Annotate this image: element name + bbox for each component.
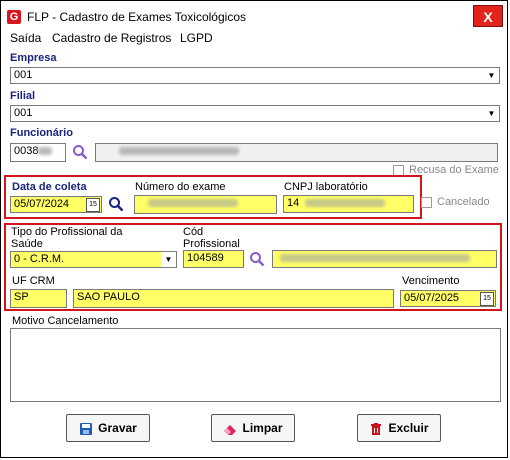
app-logo-icon: G [7,10,21,24]
coleta-label: Data de coleta [12,181,87,193]
close-button[interactable]: X [473,5,503,27]
search-icon[interactable] [249,251,265,267]
save-icon [80,422,93,435]
redacted-text [148,199,238,208]
funcionario-name-field [95,143,498,162]
excluir-button[interactable]: Excluir [357,414,441,442]
tipo-prof-select[interactable]: 0 - C.R.M. ▼ [10,251,177,268]
cnpj-label: CNPJ laboratório [284,181,368,193]
uf-crm-input[interactable]: SP [10,289,67,308]
menu-lgpd[interactable]: LGPD [180,31,213,45]
gravar-label: Gravar [98,421,137,435]
vencimento-date-input[interactable]: 05/07/2025 15 [400,290,496,307]
recusa-label: Recusa do Exame [409,164,499,176]
numero-exame-label: Número do exame [135,181,226,193]
cod-prof-input[interactable]: 104589 [183,250,244,268]
menu-cadastro-registros[interactable]: Cadastro de Registros [52,31,171,45]
cod-prof-value: 104589 [187,252,224,264]
cancelado-label: Cancelado [437,196,490,208]
vencimento-date-value: 05/07/2025 [404,292,460,304]
cod-prof-label: Cód Profissional [183,226,240,250]
funcionario-code-input[interactable]: 0038 [10,143,66,162]
excluir-label: Excluir [388,421,429,435]
cancelado-checkbox[interactable] [421,197,432,208]
calendar-icon[interactable]: 15 [86,198,100,212]
title-bar: G FLP - Cadastro de Exames Toxicológicos… [1,1,507,31]
tipo-prof-label-line2: Saúde [11,238,43,250]
coleta-date-input[interactable]: 05/07/2024 15 [10,196,102,213]
tipo-prof-label: Tipo do Profissional da Saúde [11,226,123,250]
chevron-down-icon[interactable]: ▼ [161,252,176,267]
uf-crm-value: SP [14,291,29,303]
cod-prof-label-line1: Cód [183,226,204,238]
uf-state-name-field: SAO PAULO [73,289,394,308]
search-icon[interactable] [72,144,88,160]
limpar-button[interactable]: Limpar [211,414,295,442]
numero-exame-input[interactable] [134,195,277,214]
funcionario-label: Funcionário [10,127,73,139]
eraser-icon [224,424,237,435]
menu-bar: Saída Cadastro de Registros LGPD [3,31,507,45]
redacted-text [280,254,470,263]
empresa-value: 001 [14,69,33,81]
trash-icon [371,422,382,435]
empresa-label: Empresa [10,52,57,64]
cnpj-input[interactable]: 14 [283,195,414,213]
cod-prof-label-line2: Profissional [183,238,240,250]
gravar-button[interactable]: Gravar [66,414,150,442]
filial-label: Filial [10,90,36,102]
motivo-label: Motivo Cancelamento [12,315,119,327]
funcionario-code: 0038 [14,145,39,157]
uf-crm-label: UF CRM [12,275,55,287]
tipo-prof-label-line1: Tipo do Profissional da [11,226,123,238]
window-title: FLP - Cadastro de Exames Toxicológicos [27,10,246,24]
redacted-text [119,147,239,156]
redacted-text [38,147,53,156]
main-window: G FLP - Cadastro de Exames Toxicológicos… [0,0,508,458]
uf-state-name: SAO PAULO [77,291,140,303]
search-icon[interactable] [108,196,124,212]
chevron-down-icon[interactable]: ▼ [484,106,499,121]
motivo-textarea[interactable] [10,328,501,402]
menu-saida[interactable]: Saída [10,31,41,45]
cnpj-prefix: 14 [287,197,300,209]
empresa-select[interactable]: 001 ▼ [10,67,500,84]
limpar-label: Limpar [242,421,283,435]
redacted-text [305,199,386,208]
coleta-date-value: 05/07/2024 [14,198,70,210]
chevron-down-icon[interactable]: ▼ [484,68,499,83]
prof-name-field [272,250,497,268]
filial-select[interactable]: 001 ▼ [10,105,500,122]
filial-value: 001 [14,107,33,119]
vencimento-label: Vencimento [402,275,460,287]
tipo-prof-value: 0 - C.R.M. [14,253,65,265]
calendar-icon[interactable]: 15 [480,292,494,306]
